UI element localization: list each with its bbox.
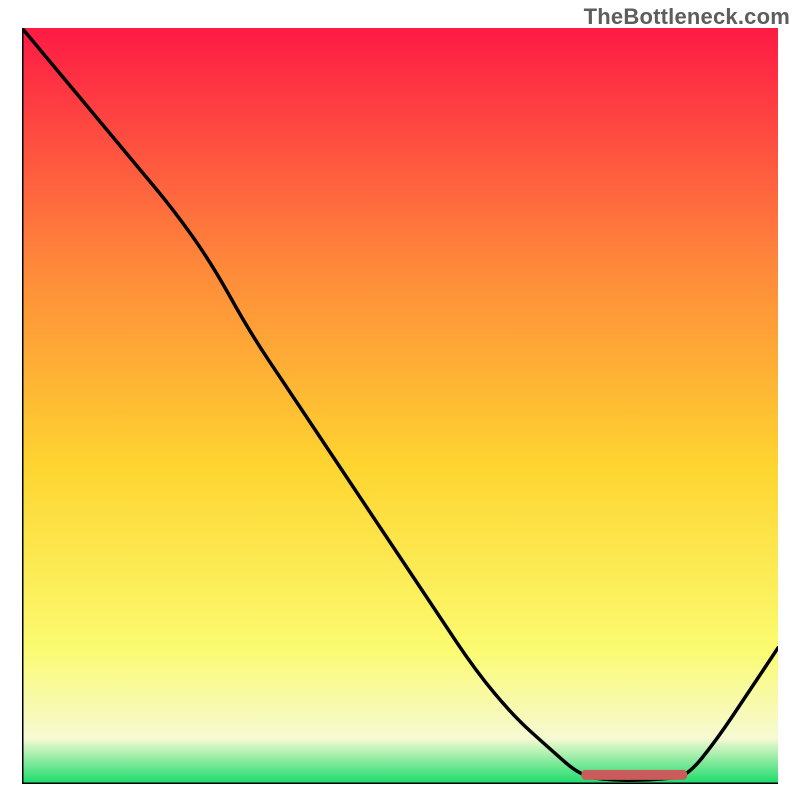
heatmap-background — [22, 28, 778, 784]
chart-svg — [22, 28, 778, 784]
watermark-text: TheBottleneck.com — [584, 4, 790, 30]
optimal-range-marker — [581, 770, 687, 780]
chart-area — [22, 28, 778, 784]
